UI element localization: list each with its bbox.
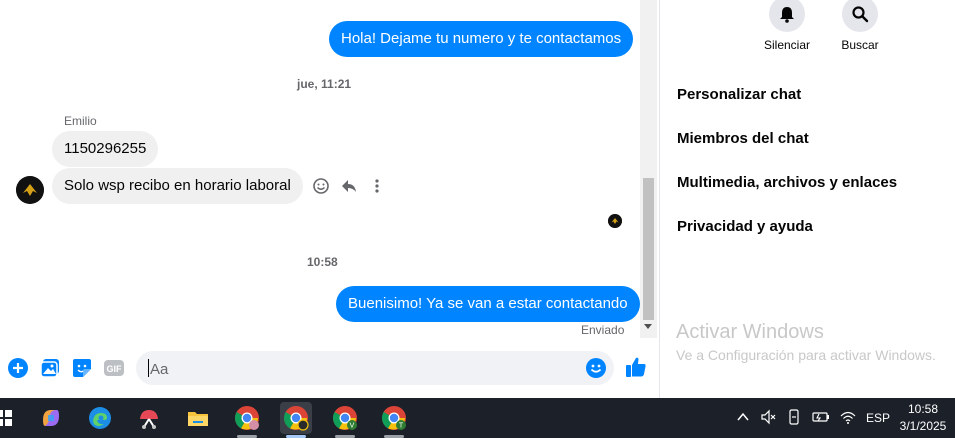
- start-button-icon[interactable]: [0, 402, 20, 434]
- clock-time: 10:58: [907, 402, 939, 416]
- edge-browser-icon[interactable]: [84, 402, 116, 434]
- incoming-message[interactable]: Solo wsp recibo en horario laboral: [52, 168, 303, 204]
- scrollbar-thumb[interactable]: [643, 178, 654, 320]
- chrome-profile-v-icon[interactable]: V: [329, 402, 361, 438]
- search-icon: [842, 0, 878, 32]
- react-icon[interactable]: [311, 176, 331, 196]
- clock-date: 3/1/2025: [899, 419, 947, 433]
- menu-chat-members[interactable]: Miembros del chat: [677, 130, 809, 147]
- chrome-profile-active-icon[interactable]: [280, 402, 312, 438]
- taskbar-clock[interactable]: 10:58 3/1/2025: [895, 401, 951, 435]
- delivery-status: Enviado: [581, 323, 625, 337]
- reply-icon[interactable]: [339, 176, 359, 196]
- message-input-container[interactable]: [136, 351, 614, 387]
- timestamp-label: jue, 11:21: [297, 77, 352, 91]
- menu-customize-chat[interactable]: Personalizar chat: [677, 86, 801, 103]
- composer: GIF: [0, 345, 659, 391]
- search-label: Buscar: [841, 38, 879, 52]
- gif-icon[interactable]: GIF: [103, 357, 125, 379]
- file-explorer-icon[interactable]: [182, 402, 214, 434]
- chrome-icon[interactable]: [231, 402, 263, 438]
- read-receipt-icon: [608, 214, 622, 228]
- search-button[interactable]: Buscar: [830, 0, 890, 52]
- scroll-down-arrow-icon[interactable]: [644, 324, 652, 329]
- profile-badge: V: [350, 423, 355, 430]
- more-options-icon[interactable]: [367, 176, 387, 196]
- windows-taskbar: V T ESP 10:58 3/1/2025: [0, 398, 955, 438]
- emoji-icon[interactable]: [586, 358, 606, 383]
- timestamp-label: 10:58: [307, 255, 338, 269]
- chat-info-sidebar: Silenciar Buscar Personalizar chat Miemb…: [659, 0, 955, 398]
- menu-media-files-links[interactable]: Multimedia, archivos y enlaces: [677, 174, 897, 191]
- activate-windows-subtitle: Ve a Configuración para activar Windows.: [676, 347, 936, 363]
- menu-privacy-help[interactable]: Privacidad y ayuda: [677, 218, 813, 235]
- read-receipt-avatar: [608, 214, 622, 228]
- snipping-tool-icon[interactable]: [133, 402, 165, 434]
- photo-icon[interactable]: [39, 357, 61, 379]
- volume-muted-icon[interactable]: [760, 409, 776, 428]
- message-actions: [311, 176, 387, 196]
- chat-panel: · Hola! Dejame tu numero y te contactamo…: [0, 0, 659, 398]
- outgoing-message[interactable]: Hola! Dejame tu numero y te contactamos: [329, 21, 634, 57]
- incoming-message[interactable]: 1150296255: [52, 131, 159, 167]
- outgoing-message[interactable]: Buenisimo! Ya se van a estar contactando: [336, 286, 640, 322]
- activate-windows-title: Activar Windows: [676, 321, 824, 343]
- add-icon[interactable]: [7, 357, 29, 379]
- copilot-icon[interactable]: [35, 402, 67, 434]
- battery-icon[interactable]: [812, 409, 830, 428]
- gif-label: GIF: [107, 364, 123, 374]
- message-input[interactable]: [148, 351, 582, 387]
- sender-name: Emilio: [64, 114, 97, 128]
- mute-label: Silenciar: [763, 38, 811, 52]
- phone-link-icon[interactable]: [786, 408, 802, 428]
- avatar-logo-icon: [16, 176, 44, 204]
- chat-scrollbar[interactable]: [640, 0, 657, 338]
- chevron-up-icon[interactable]: [736, 410, 750, 427]
- like-thumb-icon[interactable]: [625, 356, 647, 378]
- system-tray: ESP: [736, 398, 890, 438]
- chrome-profile-t-icon[interactable]: T: [378, 402, 410, 438]
- profile-badge: T: [399, 423, 404, 430]
- bell-icon: [769, 0, 805, 32]
- language-indicator[interactable]: ESP: [866, 411, 890, 425]
- avatar[interactable]: [16, 176, 44, 204]
- partial-date-label: ·: [293, 0, 297, 6]
- wifi-icon[interactable]: [840, 409, 856, 428]
- mute-button[interactable]: Silenciar: [757, 0, 817, 52]
- sticker-icon[interactable]: [71, 357, 93, 379]
